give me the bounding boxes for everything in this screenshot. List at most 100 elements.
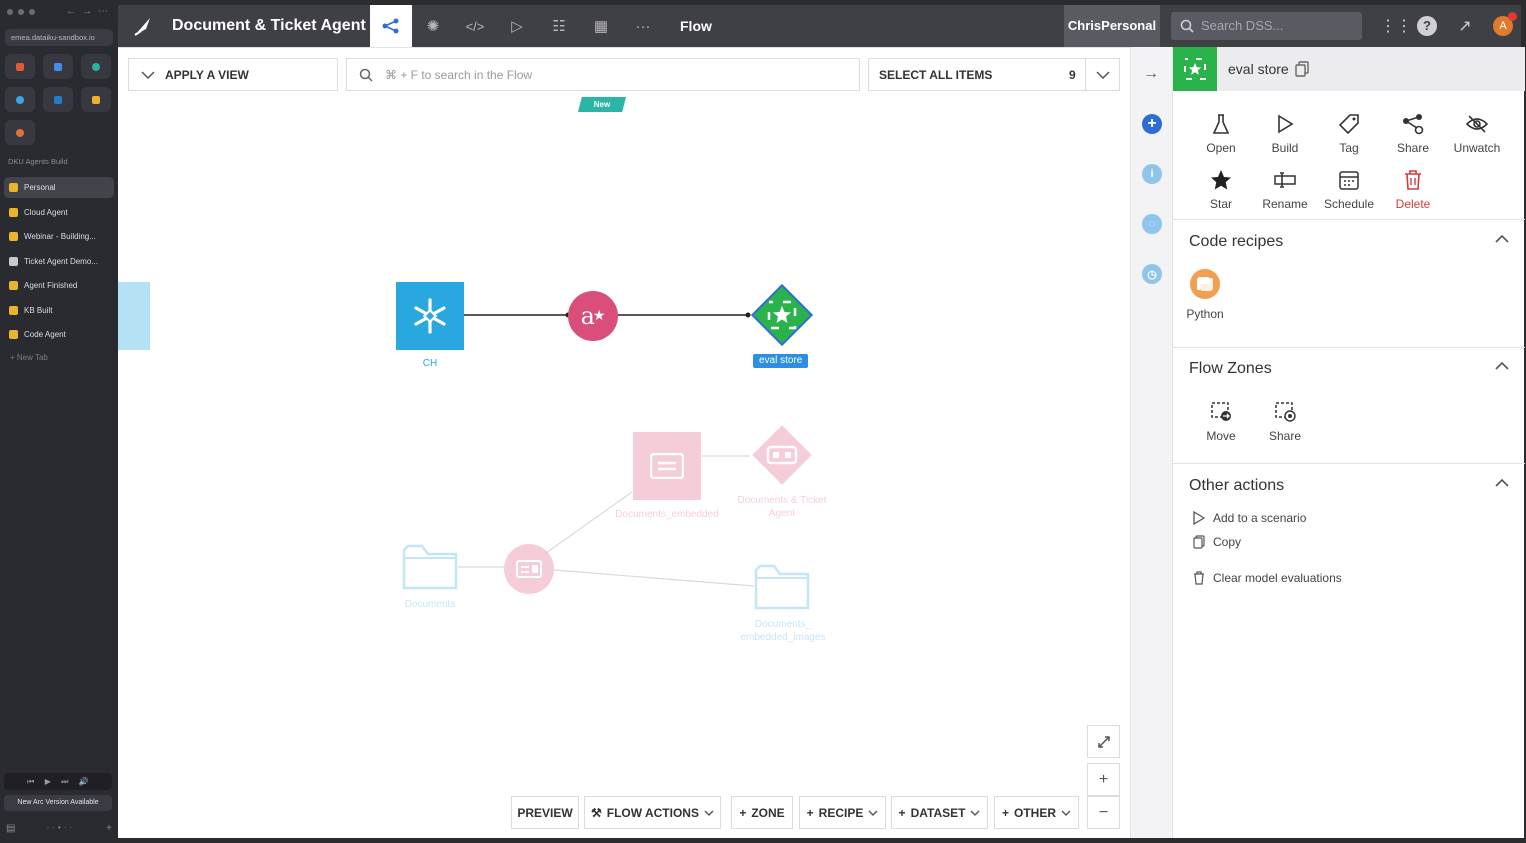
update-notice[interactable]: New Arc Version Available — [4, 795, 112, 811]
extract-recipe-node[interactable] — [504, 544, 554, 594]
details-tab-icon[interactable]: i — [1142, 164, 1162, 184]
add-space-icon[interactable]: + — [106, 823, 112, 834]
zone-move-icon — [1211, 402, 1231, 421]
code-recipes-section[interactable]: Code recipes — [1189, 233, 1509, 251]
dashboard-nav-icon[interactable]: ▦ — [580, 5, 622, 47]
flow-canvas[interactable]: APPLY A VIEW ⌘ + F to search in the Flow… — [118, 47, 1130, 838]
folder-node[interactable] — [754, 560, 810, 612]
browser-tab[interactable]: Ticket Agent Demo... — [4, 251, 114, 272]
open-action[interactable]: Open — [1189, 113, 1253, 155]
browser-tab[interactable]: Code Agent — [4, 324, 114, 345]
copy-action[interactable]: Copy — [1193, 535, 1241, 549]
favorite-chat[interactable] — [5, 87, 35, 112]
copy-icon[interactable] — [1295, 61, 1309, 77]
flow-actions-button[interactable]: ⚒ FLOW ACTIONS — [584, 796, 721, 829]
preview-button[interactable]: PREVIEW — [511, 796, 579, 829]
window-controls[interactable] — [7, 9, 35, 15]
add-recipe-button[interactable]: + RECIPE — [799, 796, 886, 829]
code-nav-icon[interactable]: </> — [454, 5, 496, 47]
zone-move-action[interactable]: Move — [1189, 401, 1253, 443]
help-icon[interactable]: ? — [1417, 16, 1437, 36]
flow-nav-icon[interactable] — [370, 5, 412, 47]
star-action[interactable]: Star — [1189, 169, 1253, 211]
browser-tab[interactable]: Personal — [4, 177, 114, 198]
delete-action[interactable]: Delete — [1381, 169, 1445, 211]
tag-action[interactable]: Tag — [1317, 113, 1381, 155]
schedule-action[interactable]: Schedule — [1317, 169, 1381, 211]
other-actions-section[interactable]: Other actions — [1189, 477, 1509, 495]
favorite-gmail[interactable] — [5, 54, 35, 79]
add-dataset-button[interactable]: + DATASET — [891, 796, 988, 829]
tab-favicon — [9, 330, 18, 339]
node-label: Documents_embedded — [615, 509, 719, 520]
current-view-label: Flow — [680, 18, 712, 34]
node-label: Documents & Ticket Agent — [737, 495, 827, 519]
trash-icon — [1194, 571, 1204, 585]
dataset-node[interactable] — [633, 432, 701, 500]
space-switcher[interactable]: ··•·· — [47, 823, 75, 834]
favorite-arc[interactable] — [5, 120, 35, 145]
play-icon[interactable]: ▶ — [45, 777, 51, 786]
tag-icon — [1338, 114, 1359, 135]
browser-tab[interactable]: Webinar - Building... — [4, 226, 114, 247]
rename-action[interactable]: Rename — [1253, 169, 1317, 211]
favorite-linkedin[interactable] — [43, 87, 73, 112]
favorite-app[interactable] — [81, 54, 111, 79]
zone-share-action[interactable]: Share — [1253, 401, 1317, 443]
add-other-button[interactable]: + OTHER — [994, 796, 1079, 829]
more-nav-icon[interactable]: ··· — [622, 5, 664, 47]
new-tab-button[interactable]: + New Tab — [10, 353, 48, 362]
build-action[interactable]: Build — [1253, 113, 1317, 155]
apps-grid-icon[interactable]: ⋮⋮ — [1380, 16, 1412, 36]
python-recipe-button[interactable]: Python — [1186, 269, 1224, 321]
chevron-up-icon[interactable] — [1495, 479, 1509, 487]
chevron-down-icon — [1061, 810, 1071, 816]
wiki-nav-icon[interactable]: ☷ — [538, 5, 580, 47]
unwatch-action[interactable]: Unwatch — [1445, 113, 1509, 155]
timeline-tab-icon[interactable]: ◷ — [1142, 264, 1162, 284]
global-search-input[interactable]: Search DSS... — [1171, 12, 1362, 40]
chevron-up-icon[interactable] — [1495, 235, 1509, 243]
dataiku-logo-icon[interactable] — [132, 15, 154, 37]
favorite-drive[interactable] — [81, 87, 111, 112]
item-actions-panel: eval store Open Build Tag Share Unwatch … — [1172, 47, 1525, 838]
url-bar[interactable]: emea.dataiku-sandbox.io — [5, 29, 113, 46]
node-label: CH — [422, 358, 438, 369]
media-player[interactable]: ⏮ ▶ ⏭ 🔊 — [4, 773, 112, 790]
lab-nav-icon[interactable]: ✺ — [412, 5, 454, 47]
eval-store-node[interactable] — [747, 280, 817, 350]
play-icon — [1278, 114, 1294, 134]
add-zone-button[interactable]: + ZONE — [731, 796, 793, 829]
user-avatar[interactable]: A — [1493, 12, 1517, 36]
zoom-in-button[interactable]: + — [1087, 763, 1120, 796]
collapse-panel-icon[interactable]: → — [1143, 65, 1159, 83]
zoom-out-button[interactable]: − — [1087, 796, 1120, 829]
browser-tab[interactable]: KB Built — [4, 300, 114, 321]
flow-zones-section[interactable]: Flow Zones — [1189, 360, 1509, 378]
add-to-scenario-action[interactable]: Add to a scenario — [1193, 511, 1306, 525]
browser-tab[interactable]: Agent Finished — [4, 275, 114, 296]
folder-node[interactable] — [402, 540, 458, 592]
next-icon[interactable]: ⏭ — [61, 777, 68, 787]
project-title[interactable]: Document & Ticket Agent — [172, 17, 366, 35]
evaluation-recipe-node[interactable]: a ★ — [568, 291, 618, 341]
chevron-up-icon[interactable] — [1495, 362, 1509, 370]
archive-icon[interactable]: ▤ — [6, 823, 15, 834]
trend-icon[interactable]: ↗ — [1455, 16, 1475, 36]
share-action[interactable]: Share — [1381, 113, 1445, 155]
browser-nav-icons[interactable]: ←→⋯ — [66, 6, 114, 17]
favorite-calendar[interactable] — [43, 54, 73, 79]
agent-node[interactable] — [747, 420, 817, 490]
user-space-button[interactable]: ChrisPersonal — [1064, 5, 1160, 47]
actions-tab-icon[interactable]: + — [1142, 114, 1162, 134]
volume-icon[interactable]: 🔊 — [79, 777, 89, 786]
clear-evaluations-action[interactable]: Clear model evaluations — [1193, 571, 1342, 585]
fullscreen-button[interactable] — [1087, 725, 1120, 758]
snowflake-dataset-node[interactable] — [396, 282, 464, 350]
copy-icon — [1193, 535, 1205, 549]
previous-icon[interactable]: ⏮ — [27, 777, 34, 787]
tab-favicon — [9, 281, 18, 290]
jobs-nav-icon[interactable]: ▷ — [496, 5, 538, 47]
browser-tab[interactable]: Cloud Agent — [4, 202, 114, 223]
discussions-tab-icon[interactable]: ◌ — [1142, 214, 1162, 234]
